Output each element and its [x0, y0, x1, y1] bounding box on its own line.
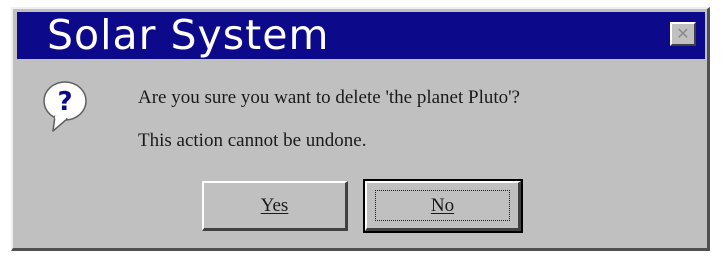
dialog-title: Solar System — [47, 11, 330, 59]
no-button-label: No — [430, 194, 455, 216]
title-bar[interactable]: Solar System ✕ — [17, 12, 705, 59]
confirm-message: Are you sure you want to delete 'the pla… — [138, 87, 520, 108]
warning-message: This action cannot be undone. — [138, 130, 367, 151]
question-icon: ? — [43, 81, 87, 132]
close-button[interactable]: ✕ — [670, 22, 696, 46]
no-button[interactable]: No — [363, 179, 523, 233]
close-icon: ✕ — [676, 24, 690, 43]
confirm-dialog: Solar System ✕ ? Are you sure you want t… — [11, 7, 710, 251]
yes-button-label: Yes — [260, 194, 289, 216]
svg-text:?: ? — [57, 87, 72, 117]
yes-button[interactable]: Yes — [202, 181, 348, 231]
